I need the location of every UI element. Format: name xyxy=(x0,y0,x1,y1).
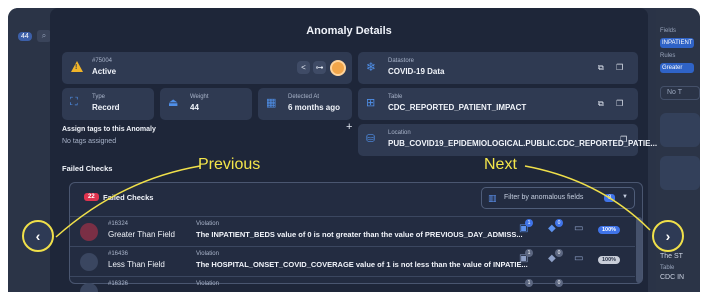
next-annotation: Next xyxy=(484,156,517,173)
next-button[interactable]: › xyxy=(652,220,684,252)
previous-button[interactable]: ‹ xyxy=(22,220,54,252)
previous-annotation: Previous xyxy=(198,156,261,173)
previous-arrow-curve xyxy=(55,165,201,238)
next-arrow-curve xyxy=(524,165,651,231)
annotation-overlay xyxy=(55,165,651,238)
